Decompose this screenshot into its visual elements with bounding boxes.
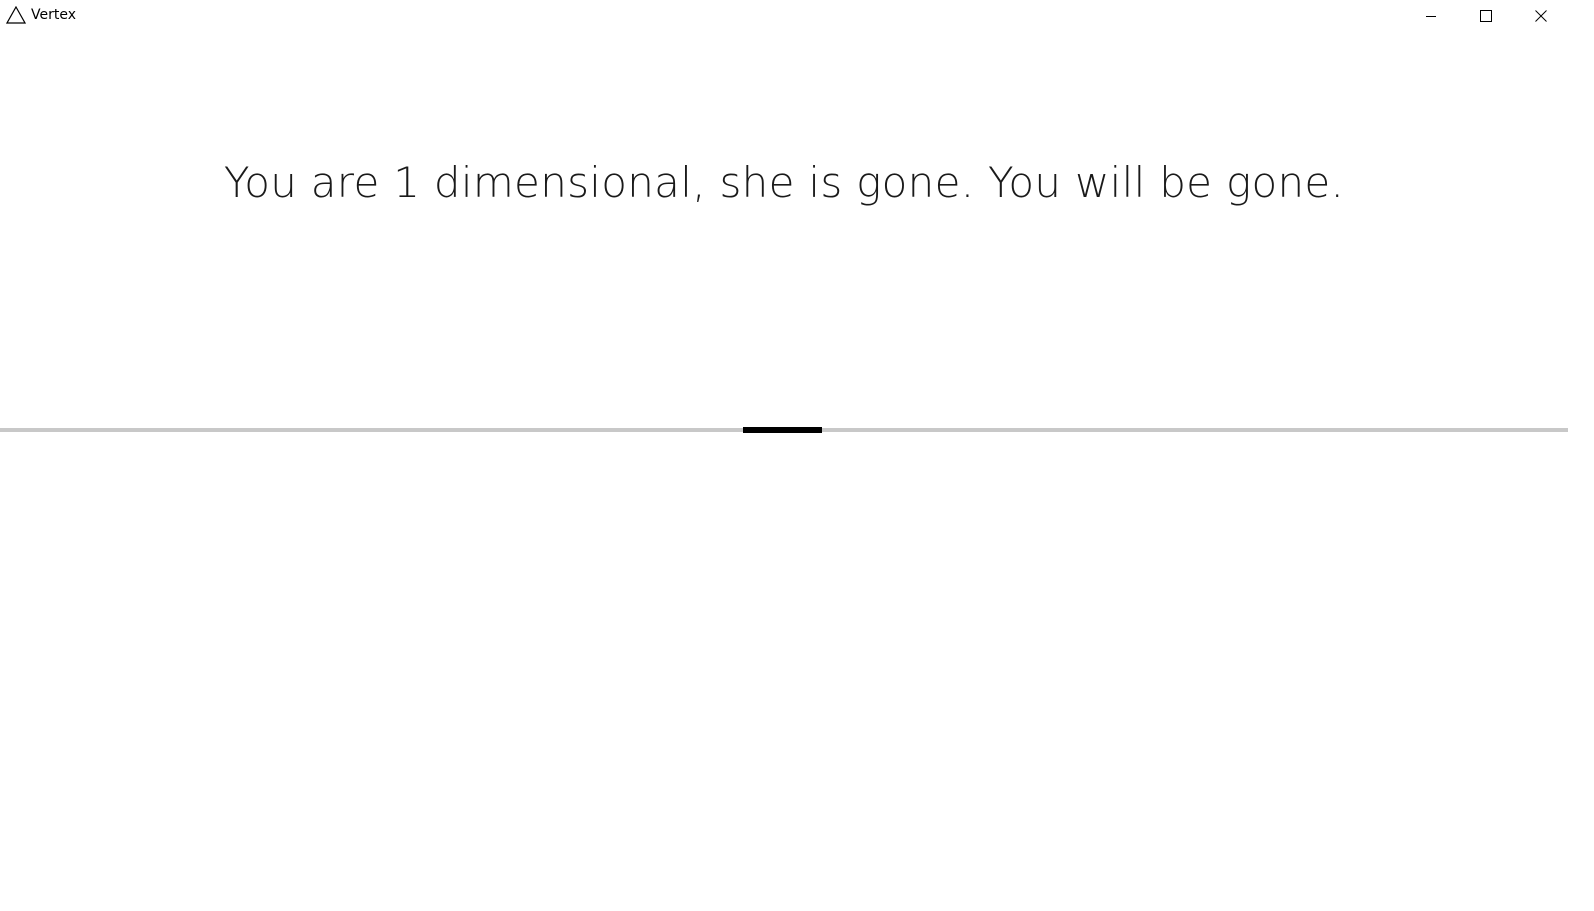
close-button[interactable] (1518, 0, 1564, 31)
story-message: You are 1 dimensional, she is gone. You … (223, 158, 1345, 207)
title-bar: Vertex (0, 0, 1594, 31)
player-segment[interactable] (743, 427, 822, 433)
window-title: Vertex (31, 7, 77, 23)
maximize-icon (1480, 9, 1492, 22)
maximize-button[interactable] (1463, 0, 1509, 31)
close-icon (1535, 9, 1547, 22)
minimize-icon (1426, 15, 1436, 17)
triangle-outline-icon (6, 6, 26, 24)
minimize-button[interactable] (1408, 0, 1454, 31)
